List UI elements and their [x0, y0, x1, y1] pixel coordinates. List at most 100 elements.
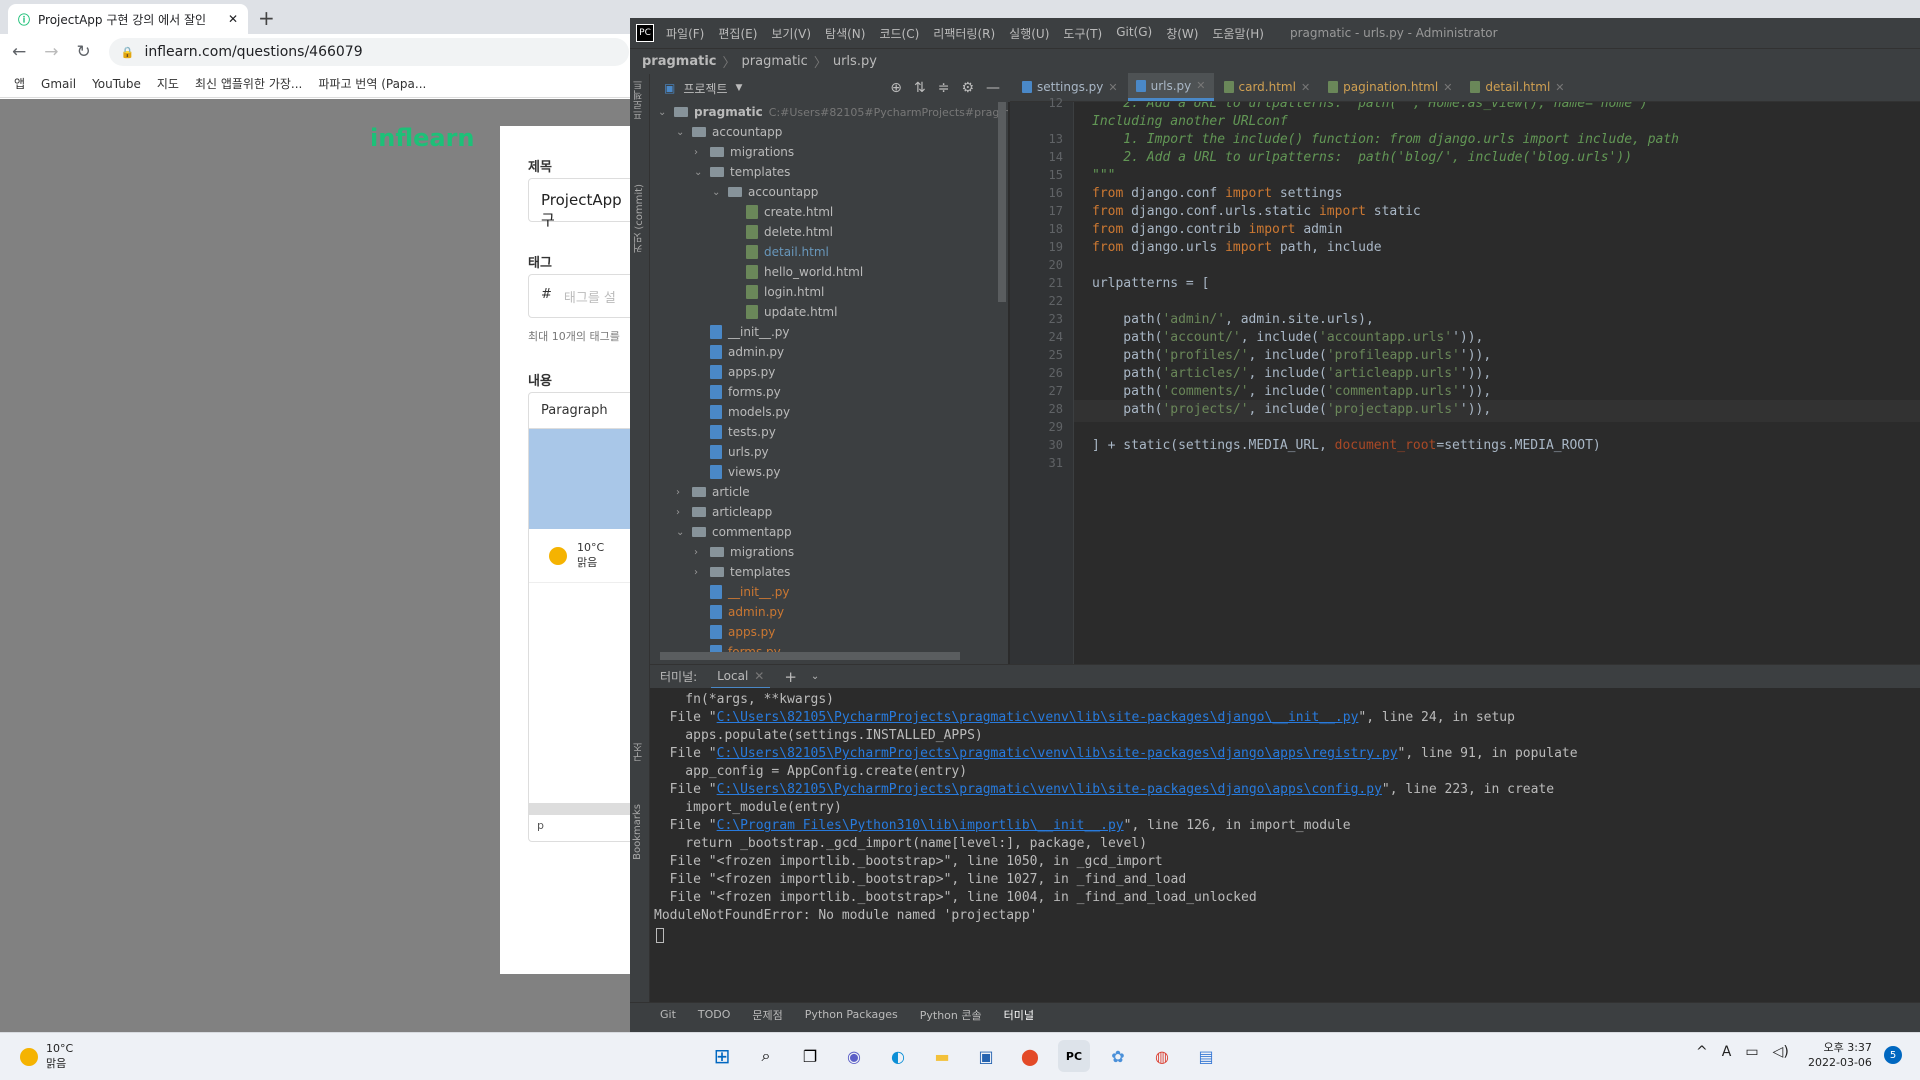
address-bar[interactable]: 🔒 inflearn.com/questions/466079 — [108, 38, 629, 66]
chevron-down-icon[interactable]: ⌄ — [811, 671, 819, 682]
pycharm-taskbar-icon[interactable]: PC — [1058, 1040, 1090, 1072]
chrome-icon[interactable]: ◍ — [1146, 1040, 1178, 1072]
volume-icon[interactable]: ◁) — [1773, 1044, 1789, 1060]
tag-input[interactable]: # 태그를 설 — [528, 274, 640, 318]
menu-item[interactable]: 보기(V) — [771, 25, 811, 42]
file-link[interactable]: C:\Users\82105\PycharmProjects\pragmatic… — [717, 710, 1359, 725]
menu-item[interactable]: 코드(C) — [879, 25, 919, 42]
gear-icon[interactable]: ⚙ — [961, 80, 974, 96]
tree-folder[interactable]: ⌄ accountapp — [712, 182, 818, 202]
terminal-tab-local[interactable]: Local ✕ — [711, 665, 771, 689]
tree-folder[interactable]: › articleapp — [676, 502, 772, 522]
tree-file[interactable]: views.py — [694, 462, 780, 482]
store-icon[interactable]: ▣ — [970, 1040, 1002, 1072]
notification-badge[interactable]: 5 — [1884, 1046, 1902, 1064]
reload-icon[interactable]: ↻ — [77, 42, 91, 62]
tree-file[interactable]: login.html — [730, 282, 824, 302]
chat-icon[interactable]: ◉ — [838, 1040, 870, 1072]
menu-item[interactable]: 창(W) — [1166, 25, 1198, 42]
tree-folder[interactable]: ⌄ commentapp — [676, 522, 792, 542]
tree-file[interactable]: create.html — [730, 202, 833, 222]
close-icon[interactable]: ✕ — [1196, 79, 1205, 92]
collapse-all-icon[interactable]: ≑ — [938, 80, 950, 96]
tree-folder[interactable]: › migrations — [694, 542, 794, 562]
breadcrumb-item[interactable]: pragmatic — [742, 54, 808, 69]
bookmark-item[interactable]: 파파고 번역 (Papa... — [318, 75, 426, 92]
file-link[interactable]: C:\Users\82105\PycharmProjects\pragmatic… — [717, 746, 1398, 761]
bottom-tool-tab[interactable]: Git — [660, 1008, 676, 1021]
bookmark-item[interactable]: YouTube — [92, 77, 141, 91]
close-tab-icon[interactable]: ✕ — [228, 12, 238, 26]
paragraph-select[interactable]: Paragraph — [529, 393, 639, 429]
editor-tab[interactable]: urls.py ✕ — [1127, 73, 1214, 101]
tree-file[interactable]: admin.py — [694, 602, 784, 622]
content-editor[interactable]: Paragraph 10°C 맑음 p — [528, 392, 640, 842]
settings-app-icon[interactable]: ✿ — [1102, 1040, 1134, 1072]
close-icon[interactable]: ✕ — [1555, 81, 1564, 94]
expand-all-icon[interactable]: ⇅ — [914, 80, 926, 96]
tree-file[interactable]: detail.html — [730, 242, 829, 262]
tree-file[interactable]: models.py — [694, 402, 790, 422]
tree-file[interactable]: apps.py — [694, 362, 775, 382]
edge-icon[interactable]: ◐ — [882, 1040, 914, 1072]
project-view-select[interactable]: 프로젝트 — [683, 80, 727, 97]
tree-file[interactable]: admin.py — [694, 342, 784, 362]
tree-folder[interactable]: › templates — [694, 562, 790, 582]
editor-tab[interactable]: card.html ✕ — [1216, 73, 1319, 101]
tree-file[interactable]: hello_world.html — [730, 262, 863, 282]
bottom-tool-tab[interactable]: 터미널 — [1004, 1007, 1034, 1023]
tree-file[interactable]: update.html — [730, 302, 837, 322]
tree-file[interactable]: forms.py — [694, 382, 781, 402]
menu-item[interactable]: 파일(F) — [666, 25, 704, 42]
terminal-output[interactable]: fn(*args, **kwargs) File "C:\Users\82105… — [650, 688, 1920, 1004]
file-explorer-icon[interactable]: ▬ — [926, 1040, 958, 1072]
bookmark-item[interactable]: Gmail — [41, 77, 76, 91]
hide-icon[interactable]: — — [986, 80, 1000, 96]
code-editor[interactable]: 2. Add a URL to urlpatterns: path('', Ho… — [1074, 102, 1920, 682]
tree-folder[interactable]: ⌄ pragmatic C:#Users#82105#PycharmProjects… — [658, 102, 1008, 122]
menu-item[interactable]: 편집(E) — [718, 25, 757, 42]
file-link[interactable]: C:\Users\82105\PycharmProjects\pragmatic… — [717, 782, 1382, 797]
clock[interactable]: 오후 3:37 2022-03-06 — [1808, 1040, 1872, 1070]
back-icon[interactable]: ← — [12, 42, 26, 62]
new-tab-button[interactable]: + — [258, 6, 275, 30]
bookmark-item[interactable]: 앱 — [14, 75, 25, 92]
weather-widget[interactable]: 10°C 맑음 — [20, 1042, 73, 1071]
menu-item[interactable]: 리팩터링(R) — [933, 25, 995, 42]
search-icon[interactable]: ⌕ — [750, 1040, 782, 1072]
bookmarks-tool-tab[interactable]: Bookmarks — [632, 804, 643, 860]
close-icon[interactable]: ✕ — [1443, 81, 1452, 94]
tree-folder[interactable]: ⌄ templates — [694, 162, 790, 182]
tree-hscrollbar[interactable] — [660, 652, 960, 660]
tree-folder[interactable]: › migrations — [694, 142, 794, 162]
file-link[interactable]: C:\Program Files\Python310\lib\importlib… — [717, 818, 1124, 833]
editor-tab[interactable]: detail.html ✕ — [1462, 73, 1572, 101]
tree-scrollbar[interactable] — [998, 102, 1006, 302]
add-terminal-icon[interactable]: + — [784, 668, 797, 686]
tree-file[interactable]: tests.py — [694, 422, 776, 442]
tree-folder[interactable]: › article — [676, 482, 750, 502]
tree-file[interactable]: delete.html — [730, 222, 833, 242]
commit-tool-tab[interactable]: 커밋 (commit) — [632, 184, 647, 253]
structure-tool-tab[interactable]: 구조 — [632, 742, 647, 762]
ime-icon[interactable]: A — [1722, 1044, 1732, 1060]
notepad-icon[interactable]: ▤ — [1190, 1040, 1222, 1072]
inflearn-logo[interactable]: inflearn — [370, 124, 475, 152]
task-view-icon[interactable]: ❐ — [794, 1040, 826, 1072]
breadcrumb-item[interactable]: urls.py — [833, 54, 877, 69]
menu-item[interactable]: 탐색(N) — [825, 25, 865, 42]
bottom-tool-tab[interactable]: TODO — [698, 1008, 731, 1021]
tree-file[interactable]: __init__.py — [694, 322, 790, 342]
forward-icon[interactable]: → — [44, 42, 58, 62]
chevron-down-icon[interactable]: ▼ — [736, 83, 743, 93]
tree-file[interactable]: urls.py — [694, 442, 769, 462]
editor-tab[interactable]: pagination.html ✕ — [1320, 73, 1460, 101]
tree-file[interactable]: apps.py — [694, 622, 775, 642]
bookmark-item[interactable]: 최신 앱플위한 가장... — [195, 75, 302, 92]
title-input[interactable]: ProjectApp 구 — [528, 178, 640, 229]
chevron-up-icon[interactable]: ^ — [1696, 1044, 1708, 1060]
browser-tab[interactable]: ⓘ ProjectApp 구현 강의 에서 잘인 ✕ — [8, 4, 248, 34]
breadcrumb-item[interactable]: pragmatic — [642, 54, 717, 69]
menu-item[interactable]: Git(G) — [1116, 25, 1152, 42]
start-icon[interactable]: ⊞ — [706, 1040, 738, 1072]
